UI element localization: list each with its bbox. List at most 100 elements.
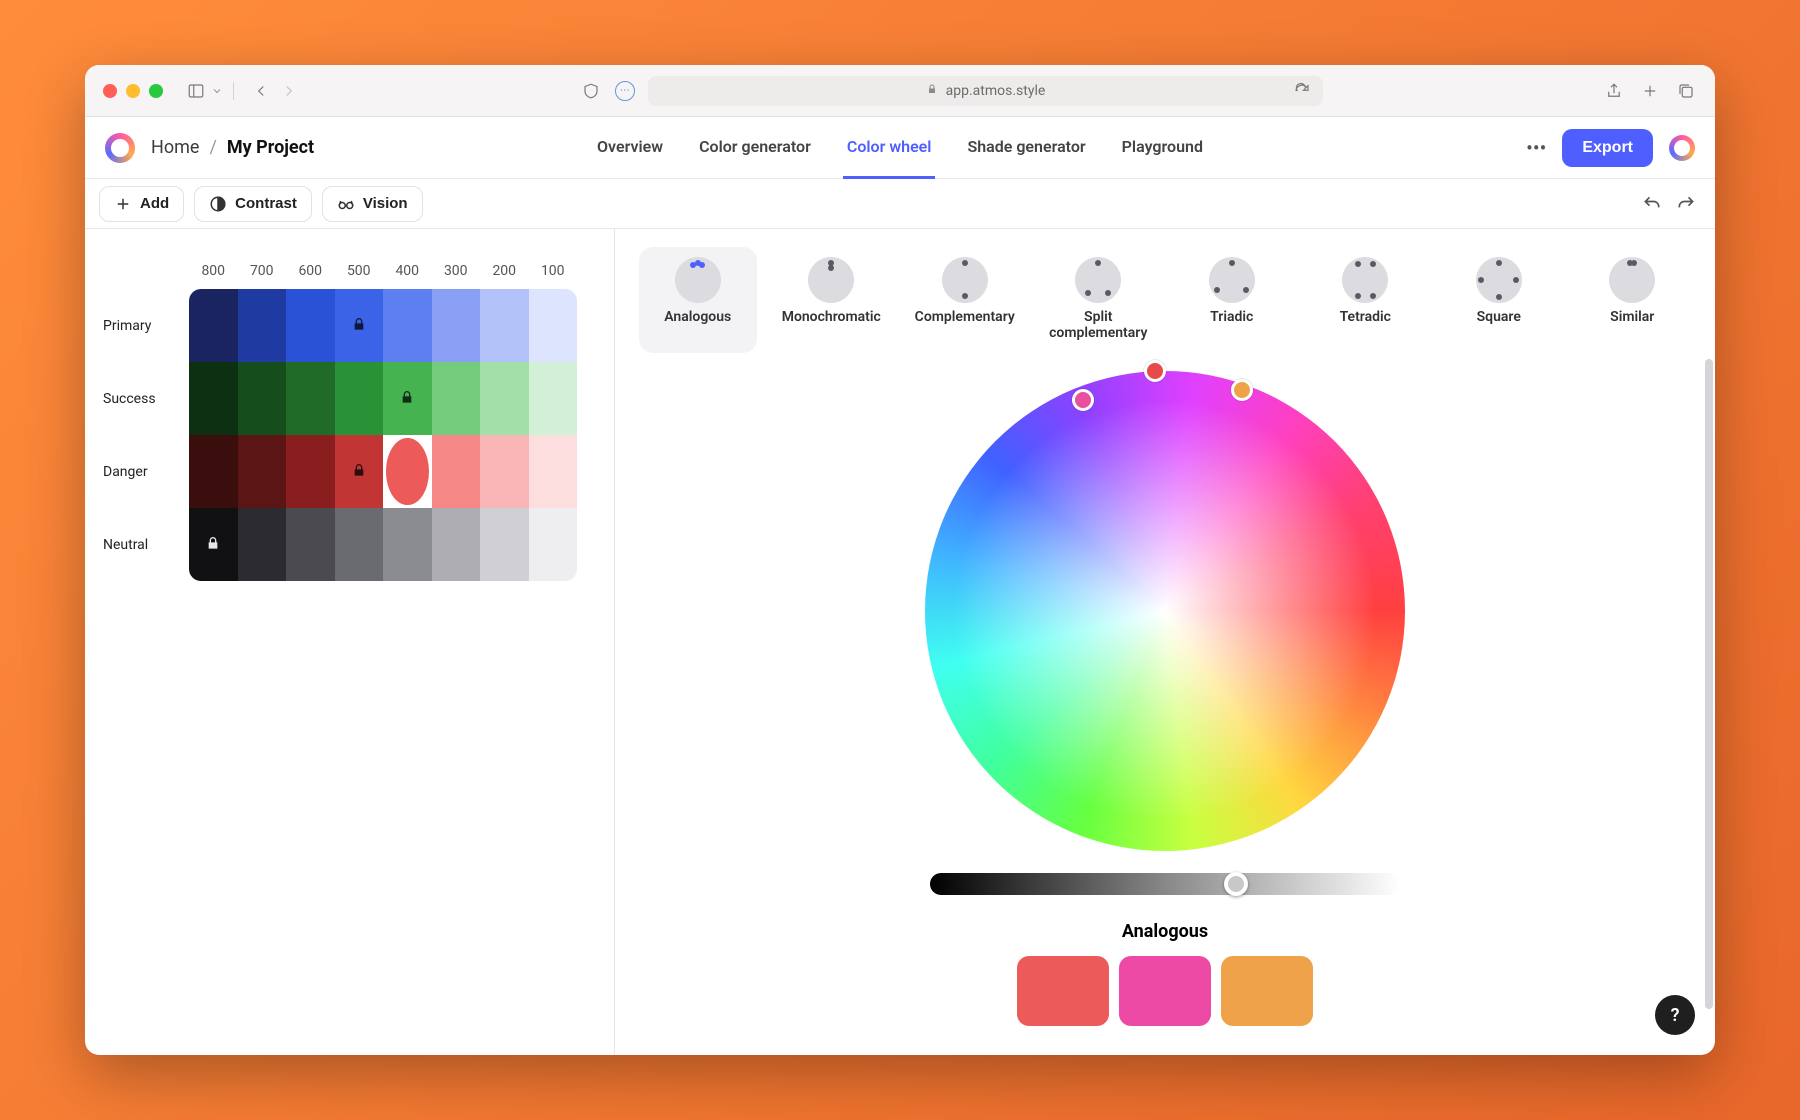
swatch-danger-500[interactable] [335, 435, 384, 508]
lightness-slider[interactable] [930, 873, 1400, 895]
shade-row-label-danger: Danger [103, 464, 189, 480]
scheme-square[interactable]: Square [1440, 247, 1558, 353]
wheel-handle-3[interactable] [1231, 379, 1253, 401]
swatch-neutral-500[interactable] [335, 508, 384, 581]
nav-item-color-wheel[interactable]: Color wheel [843, 117, 936, 179]
result-swatch-1[interactable] [1017, 956, 1109, 1026]
shade-row-label-success: Success [103, 391, 189, 407]
help-button[interactable]: ? [1655, 995, 1695, 1035]
swatch-neutral-600[interactable] [286, 508, 335, 581]
new-tab-icon[interactable] [1639, 81, 1661, 101]
wheel-panel: AnalogousMonochromaticComplementary Split… [615, 229, 1715, 1055]
swatch-danger-600[interactable] [286, 435, 335, 508]
account-avatar[interactable] [1669, 135, 1695, 161]
slider-handle[interactable] [1224, 872, 1248, 896]
shade-level-100: 100 [529, 253, 578, 289]
swatch-danger-400[interactable] [383, 435, 432, 508]
nav-item-color-generator[interactable]: Color generator [695, 117, 815, 179]
swatch-danger-100[interactable] [529, 435, 578, 508]
app-logo[interactable] [105, 133, 135, 163]
swatch-success-600[interactable] [286, 362, 335, 435]
scheme-similar[interactable]: Similar [1574, 247, 1692, 353]
breadcrumb-separator: / [209, 137, 216, 158]
scheme-complementary[interactable]: Complementary [906, 247, 1024, 353]
swatch-primary-100[interactable] [529, 289, 578, 362]
swatch-primary-700[interactable] [238, 289, 287, 362]
swatch-success-100[interactable] [529, 362, 578, 435]
scheme-analogous[interactable]: Analogous [639, 247, 757, 353]
breadcrumb: Home / My Project [151, 137, 314, 158]
export-button[interactable]: Export [1562, 129, 1653, 167]
shade-level-400: 400 [383, 253, 432, 289]
swatch-success-700[interactable] [238, 362, 287, 435]
nav-item-shade-generator[interactable]: Shade generator [963, 117, 1089, 179]
scrollbar[interactable] [1705, 359, 1713, 1009]
swatch-danger-300[interactable] [432, 435, 481, 508]
scheme-split-complementary[interactable]: Split complementary [1040, 247, 1158, 353]
contrast-button[interactable]: Contrast [194, 186, 312, 222]
swatch-success-400[interactable] [383, 362, 432, 435]
swatch-primary-600[interactable] [286, 289, 335, 362]
scheme-preview-icon [1342, 257, 1388, 303]
minimize-window-button[interactable] [126, 84, 140, 98]
breadcrumb-home[interactable]: Home [151, 137, 199, 158]
wheel-handle-2[interactable] [1144, 360, 1166, 382]
swatch-neutral-800[interactable] [189, 508, 238, 581]
shade-level-300: 300 [432, 253, 481, 289]
forward-button[interactable] [278, 81, 300, 101]
swatch-success-800[interactable] [189, 362, 238, 435]
swatch-primary-300[interactable] [432, 289, 481, 362]
scheme-preview-icon [1075, 257, 1121, 303]
redo-button[interactable] [1671, 189, 1701, 219]
nav-item-overview[interactable]: Overview [593, 117, 667, 179]
swatch-success-300[interactable] [432, 362, 481, 435]
color-wheel[interactable] [925, 371, 1405, 851]
back-button[interactable] [250, 81, 272, 101]
share-icon[interactable] [1603, 81, 1625, 101]
refresh-icon[interactable] [1291, 81, 1313, 101]
scheme-tetradic[interactable]: Tetradic [1307, 247, 1425, 353]
shade-level-600: 600 [286, 253, 335, 289]
swatch-neutral-200[interactable] [480, 508, 529, 581]
swatch-success-200[interactable] [480, 362, 529, 435]
tabs-icon[interactable] [1675, 81, 1697, 101]
swatch-success-500[interactable] [335, 362, 384, 435]
scheme-label: Square [1477, 309, 1521, 325]
shade-level-800: 800 [189, 253, 238, 289]
scheme-selector: AnalogousMonochromaticComplementary Split… [639, 247, 1691, 353]
shield-icon[interactable] [580, 81, 602, 101]
sidebar-toggle[interactable] [185, 81, 223, 101]
result-swatch-3[interactable] [1221, 956, 1313, 1026]
result-swatch-2[interactable] [1119, 956, 1211, 1026]
swatch-primary-200[interactable] [480, 289, 529, 362]
url-bar[interactable]: app.atmos.style [648, 76, 1323, 106]
swatch-neutral-100[interactable] [529, 508, 578, 581]
tracking-icon[interactable]: ⋯ [612, 78, 638, 104]
swatch-danger-700[interactable] [238, 435, 287, 508]
swatch-primary-400[interactable] [383, 289, 432, 362]
swatch-danger-800[interactable] [189, 435, 238, 508]
vision-button[interactable]: Vision [322, 186, 423, 222]
shade-level-700: 700 [238, 253, 287, 289]
app-body: 800700600500400300200100 PrimarySuccessD… [85, 229, 1715, 1055]
close-window-button[interactable] [103, 84, 117, 98]
add-button[interactable]: Add [99, 186, 184, 222]
maximize-window-button[interactable] [149, 84, 163, 98]
lock-icon [205, 535, 221, 555]
wheel-handle-1[interactable] [1072, 389, 1094, 411]
nav-item-playground[interactable]: Playground [1118, 117, 1207, 179]
sidebar-icon [185, 81, 207, 101]
scheme-triadic[interactable]: Triadic [1173, 247, 1291, 353]
scheme-preview-icon [1209, 257, 1255, 303]
swatch-danger-200[interactable] [480, 435, 529, 508]
add-label: Add [140, 195, 169, 212]
swatch-neutral-400[interactable] [383, 508, 432, 581]
swatch-primary-500[interactable] [335, 289, 384, 362]
undo-button[interactable] [1637, 189, 1667, 219]
scheme-monochromatic[interactable]: Monochromatic [773, 247, 891, 353]
scheme-label: Split complementary [1048, 309, 1150, 341]
swatch-primary-800[interactable] [189, 289, 238, 362]
swatch-neutral-300[interactable] [432, 508, 481, 581]
swatch-neutral-700[interactable] [238, 508, 287, 581]
more-icon[interactable]: ••• [1526, 136, 1546, 160]
